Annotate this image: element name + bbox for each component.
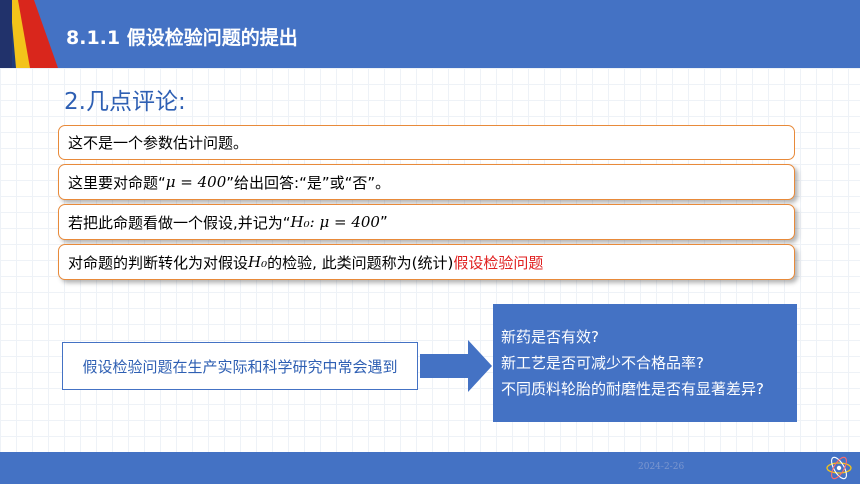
atom-logo-icon	[826, 456, 852, 480]
example-item-3: 不同质料轮胎的耐磨性是否有显著差异?	[501, 380, 764, 398]
example-item-2: 新工艺是否可减少不合格品率?	[501, 354, 704, 372]
arrow-right-icon	[420, 340, 492, 392]
footer-bar	[0, 452, 860, 484]
point-1-text: 这不是一个参数估计问题。	[68, 134, 249, 152]
point-item-4: 对命题的判断转化为对假设 H₀ 的检验, 此类问题称为(统计) 假设检验问题	[58, 244, 795, 280]
point-item-2: 这里要对命题“ μ = 400 ”给出回答:“是”或“否”。	[58, 164, 795, 200]
examples-box: 新药是否有效? 新工艺是否可减少不合格品率? 不同质料轮胎的耐磨性是否有显著差异…	[493, 304, 797, 422]
point-3-post: ”	[379, 213, 388, 231]
point-4-mid: 的检验, 此类问题称为(统计)	[267, 253, 454, 272]
point-4-pre: 对命题的判断转化为对假设	[68, 253, 249, 272]
point-4-math: H₀	[248, 253, 268, 271]
point-2-pre: 这里要对命题“	[68, 173, 166, 192]
header-bar: 8.1.1 假设检验问题的提出	[0, 0, 860, 68]
point-item-1: 这不是一个参数估计问题。	[58, 125, 795, 160]
corner-decoration-icon	[0, 0, 58, 68]
source-box: 假设检验问题在生产实际和科学研究中常会遇到	[62, 342, 418, 390]
point-2-math: μ = 400	[165, 173, 227, 191]
page-title: 8.1.1 假设检验问题的提出	[66, 27, 298, 49]
footer-date: 2024-2-26	[638, 462, 685, 472]
point-2-post: ”给出回答:“是”或“否”。	[226, 173, 391, 192]
section-subtitle: 2.几点评论:	[64, 89, 186, 115]
point-3-math: H₀: μ = 400	[290, 213, 380, 231]
point-4-highlight: 假设检验问题	[453, 253, 544, 272]
point-item-3: 若把此命题看做一个假设,并记为“ H₀: μ = 400 ”	[58, 204, 795, 240]
source-text: 假设检验问题在生产实际和科学研究中常会遇到	[82, 357, 398, 376]
example-item-1: 新药是否有效?	[501, 328, 599, 346]
point-3-pre: 若把此命题看做一个假设,并记为“	[68, 213, 291, 232]
